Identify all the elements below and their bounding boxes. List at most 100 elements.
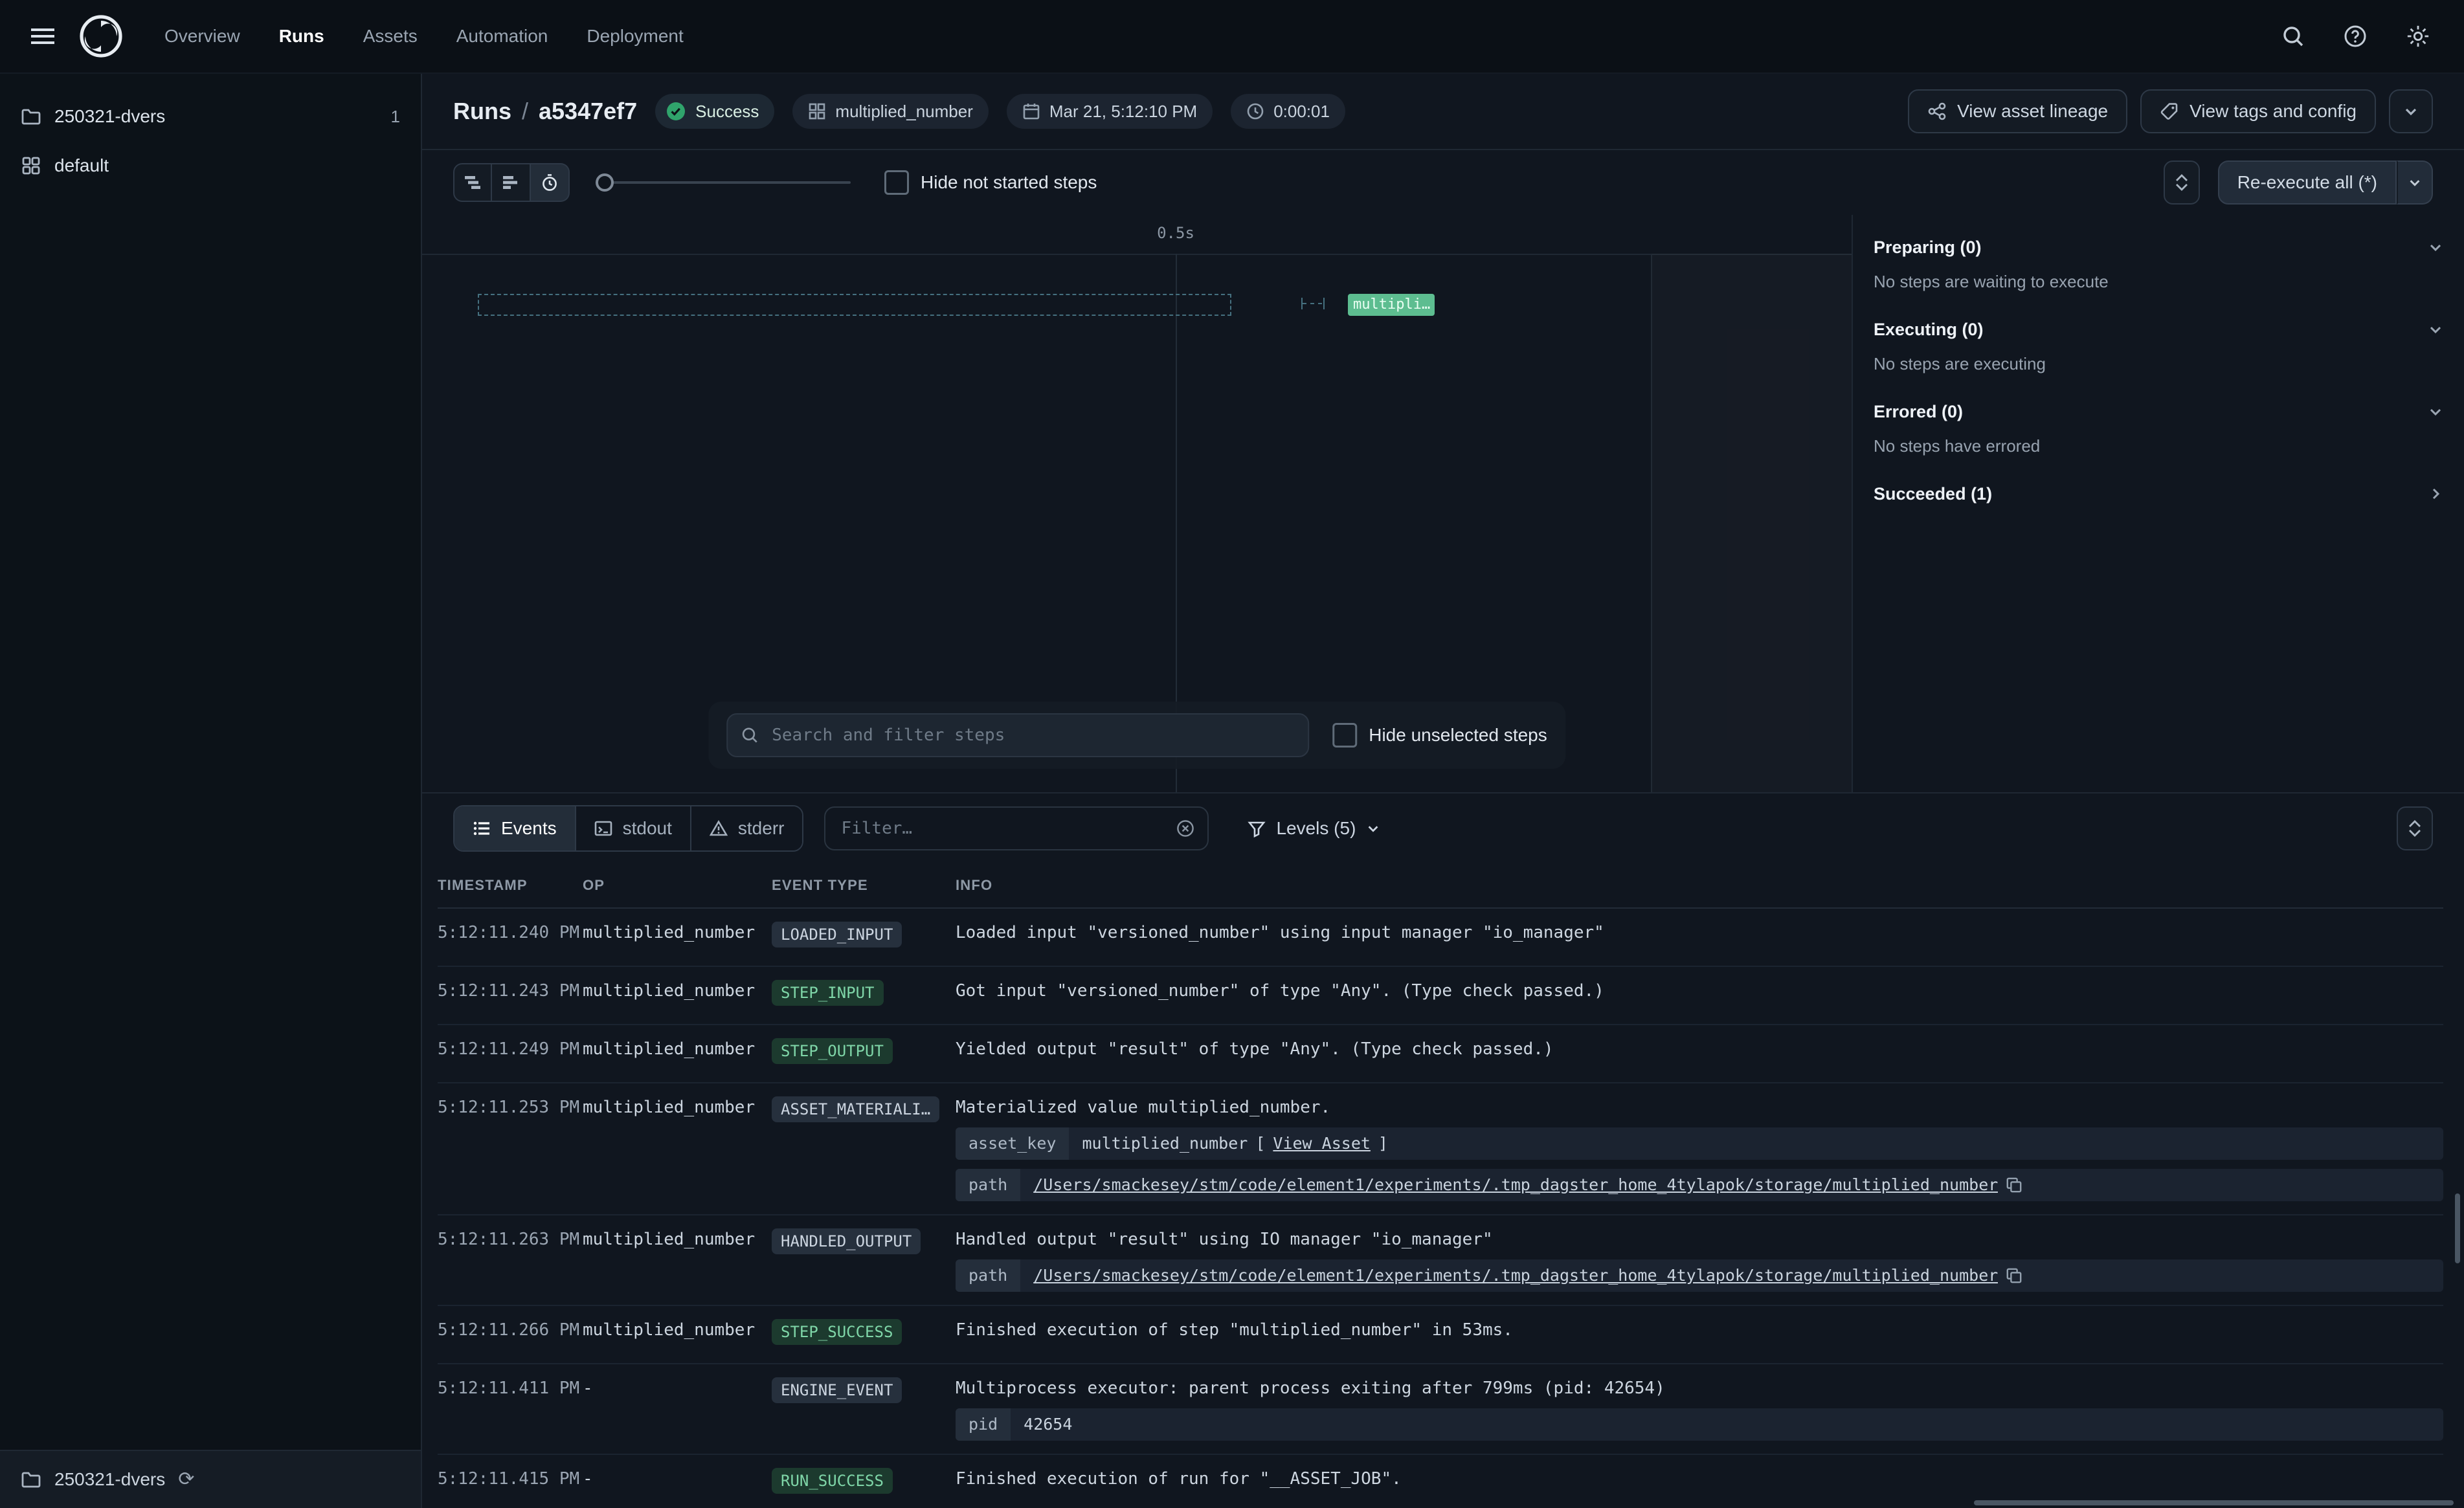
gantt-expand-icon[interactable] <box>2164 161 2200 205</box>
status-section-header[interactable]: Executing (0) <box>1853 305 2464 354</box>
reexecute-caret-button[interactable] <box>2397 161 2433 205</box>
duration-tag: 0:00:01 <box>1231 94 1345 129</box>
metadata-link[interactable]: /Users/smackesey/stm/code/element1/exper… <box>1033 1174 1998 1196</box>
log-row[interactable]: 5:12:11.253 PMmultiplied_numberASSET_MAT… <box>438 1083 2443 1215</box>
top-nav: Overview Runs Assets Automation Deployme… <box>0 0 2464 74</box>
sidebar-item-default[interactable]: default <box>0 141 421 190</box>
list-icon <box>473 819 491 837</box>
hide-not-started-checkbox[interactable]: Hide not started steps <box>884 170 1097 195</box>
log-op: multiplied_number <box>583 1228 772 1292</box>
code-location-count: 1 <box>391 107 400 127</box>
checkbox-box[interactable] <box>1332 723 1357 748</box>
help-icon[interactable] <box>2338 19 2372 53</box>
log-filter-box[interactable] <box>824 806 1209 850</box>
levels-filter-button[interactable]: Levels (5) <box>1240 817 1388 840</box>
asset-tag[interactable]: multiplied_number <box>792 94 988 129</box>
settings-gear-icon[interactable] <box>2401 19 2436 54</box>
step-search-box[interactable] <box>726 713 1309 757</box>
event-type-badge: STEP_SUCCESS <box>772 1319 902 1345</box>
view-tags-config-button[interactable]: View tags and config <box>2140 89 2376 133</box>
event-type-badge: STEP_INPUT <box>772 980 884 1006</box>
sidebar-item-code-location[interactable]: 250321-dvers 1 <box>0 92 421 141</box>
nav-item-automation[interactable]: Automation <box>440 16 565 57</box>
status-section-header[interactable]: Errored (0) <box>1853 387 2464 436</box>
hide-unselected-checkbox[interactable]: Hide unselected steps <box>1332 723 1547 748</box>
primary-nav: Overview Runs Assets Automation Deployme… <box>148 16 700 57</box>
status-badge: Success <box>655 94 774 129</box>
chevron-right-icon <box>2428 486 2443 502</box>
warning-icon <box>710 819 728 837</box>
sync-icon[interactable]: ⟳ <box>178 1470 194 1489</box>
run-actions-chevron-button[interactable] <box>2389 89 2433 133</box>
tab-stderr[interactable]: stderr <box>690 806 803 850</box>
checkbox-box[interactable] <box>884 170 909 195</box>
log-row[interactable]: 5:12:11.411 PM-ENGINE_EVENTMultiprocess … <box>438 1364 2443 1455</box>
copy-icon[interactable] <box>2006 1177 2022 1193</box>
nav-item-assets[interactable]: Assets <box>346 16 434 57</box>
timestamp-tag: Mar 21, 5:12:10 PM <box>1007 94 1213 129</box>
zoom-slider[interactable] <box>596 163 851 202</box>
clock-icon <box>1246 102 1264 120</box>
status-section-header[interactable]: Succeeded (1) <box>1853 469 2464 518</box>
log-row[interactable]: 5:12:11.240 PMmultiplied_numberLOADED_IN… <box>438 909 2443 967</box>
event-type-badge: ENGINE_EVENT <box>772 1377 902 1403</box>
dagster-app: Overview Runs Assets Automation Deployme… <box>0 0 2464 1508</box>
flat-view-icon[interactable] <box>492 163 531 202</box>
dagster-logo[interactable] <box>78 13 124 60</box>
log-filter-input[interactable] <box>838 817 1166 839</box>
gantt-toolbar: Hide not started steps Re-execute all (*… <box>422 150 2464 215</box>
footer-code-location-label: 250321-dvers <box>54 1469 165 1490</box>
timed-view-icon[interactable] <box>531 163 570 202</box>
status-section-header[interactable]: Preparing (0) <box>1853 223 2464 272</box>
gantt-view-mode-group <box>453 163 570 202</box>
log-timestamp: 5:12:11.263 PM <box>438 1228 583 1292</box>
reexecute-all-button[interactable]: Re-execute all (*) <box>2218 161 2397 205</box>
zoom-slider-knob[interactable] <box>596 173 614 192</box>
step-search-input[interactable] <box>769 724 1295 746</box>
metadata-link[interactable]: View Asset <box>1273 1133 1371 1155</box>
metadata-value: /Users/smackesey/stm/code/element1/exper… <box>1020 1259 2443 1292</box>
view-asset-lineage-button[interactable]: View asset lineage <box>1908 89 2127 133</box>
logs-expand-icon[interactable] <box>2397 806 2433 850</box>
gantt-ruler: 0.5s <box>422 215 1852 255</box>
copy-icon[interactable] <box>2006 1267 2022 1284</box>
nav-item-overview[interactable]: Overview <box>148 16 257 57</box>
gantt-out-of-range-shade <box>1651 254 1852 792</box>
log-row[interactable]: 5:12:11.263 PMmultiplied_numberHANDLED_O… <box>438 1215 2443 1306</box>
metadata-value: multiplied_number [View Asset] <box>1069 1127 2443 1160</box>
repo-label: default <box>54 155 109 176</box>
log-message: Finished execution of run for "__ASSET_J… <box>956 1468 2443 1490</box>
event-type-badge: LOADED_INPUT <box>772 922 902 948</box>
log-row[interactable]: 5:12:11.249 PMmultiplied_numberSTEP_OUTP… <box>438 1025 2443 1083</box>
metadata-key: pid <box>956 1408 1011 1441</box>
waterfall-view-icon[interactable] <box>453 163 492 202</box>
metadata-link[interactable]: /Users/smackesey/stm/code/element1/exper… <box>1033 1265 1998 1287</box>
event-type-badge: ASSET_MATERIALI… <box>772 1096 939 1122</box>
reexecute-split-button: Re-execute all (*) <box>2218 161 2433 205</box>
clear-filter-icon[interactable] <box>1176 819 1194 837</box>
run-id: a5347ef7 <box>539 98 637 125</box>
log-message: Handled output "result" using IO manager… <box>956 1228 2443 1250</box>
tag-icon <box>2160 102 2179 121</box>
menu-icon[interactable] <box>21 14 65 58</box>
search-icon[interactable] <box>2276 19 2310 53</box>
horizontal-scrollbar-thumb[interactable] <box>1974 1500 2454 1505</box>
nav-item-runs[interactable]: Runs <box>262 16 341 57</box>
status-section-errored: Errored (0) No steps have errored <box>1853 387 2464 469</box>
tab-stdout[interactable]: stdout <box>575 806 690 850</box>
nav-item-deployment[interactable]: Deployment <box>570 16 700 57</box>
log-row[interactable]: 5:12:11.266 PMmultiplied_numberSTEP_SUCC… <box>438 1306 2443 1364</box>
vertical-scrollbar-thumb[interactable] <box>2455 1193 2460 1263</box>
sidebar-footer[interactable]: 250321-dvers ⟳ <box>0 1450 421 1508</box>
check-circle-icon <box>666 101 686 122</box>
tab-events[interactable]: Events <box>454 806 575 850</box>
gantt-step-bar[interactable]: multipli… <box>1348 294 1435 316</box>
chevron-down-icon <box>2403 104 2419 119</box>
zoom-slider-track[interactable] <box>596 181 851 184</box>
search-icon <box>741 726 759 744</box>
breadcrumb-runs-link[interactable]: Runs <box>453 98 511 125</box>
log-row[interactable]: 5:12:11.243 PMmultiplied_numberSTEP_INPU… <box>438 967 2443 1025</box>
funnel-icon <box>1248 819 1266 837</box>
gantt-chart: 0.5s multipli… <box>422 215 1852 792</box>
status-section-succeeded: Succeeded (1) <box>1853 469 2464 518</box>
